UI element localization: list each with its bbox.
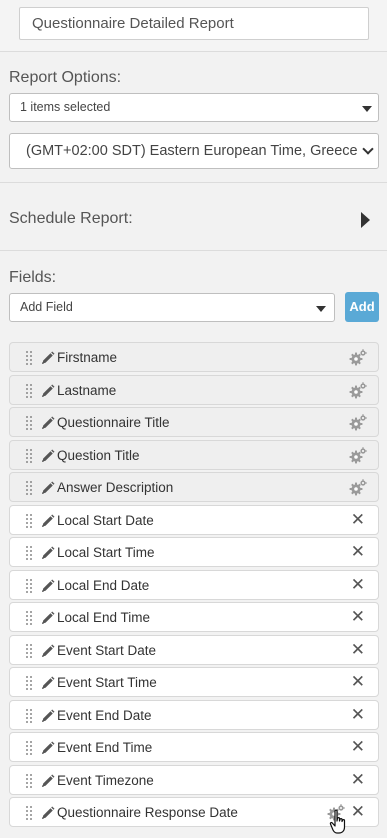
- field-label: Event Start Time: [57, 675, 157, 690]
- close-icon[interactable]: ✕: [351, 543, 365, 560]
- field-row[interactable]: Questionnaire Title: [9, 407, 379, 437]
- drag-handle-icon[interactable]: [26, 676, 32, 690]
- edit-pencil-icon[interactable]: [41, 644, 55, 658]
- field-row[interactable]: Event End Date ✕: [9, 699, 379, 730]
- field-row[interactable]: Event Start Date ✕: [9, 634, 379, 665]
- drag-handle-icon[interactable]: [26, 351, 32, 365]
- timezone-select[interactable]: (GMT+02:00 SDT) Eastern European Time, G…: [9, 133, 379, 169]
- drag-handle-icon[interactable]: [26, 448, 32, 463]
- close-icon[interactable]: ✕: [351, 706, 365, 723]
- field-row[interactable]: Firstname: [9, 342, 379, 372]
- field-label: Event Start Date: [57, 642, 157, 658]
- edit-pencil-icon[interactable]: [41, 741, 55, 755]
- gear-icon[interactable]: [349, 479, 367, 496]
- field-row[interactable]: Local Start Date ✕: [9, 504, 379, 535]
- field-row[interactable]: Local Start Time ✕: [9, 537, 379, 567]
- gear-icon[interactable]: [349, 349, 367, 366]
- edit-pencil-icon[interactable]: [41, 416, 55, 430]
- field-row[interactable]: Event Start Time ✕: [9, 667, 379, 697]
- close-icon[interactable]: ✕: [351, 803, 365, 820]
- field-label: Event End Date: [57, 707, 152, 723]
- caret-down-icon: [316, 306, 326, 312]
- field-label: Questionnaire Title: [57, 415, 170, 430]
- gear-icon[interactable]: [349, 381, 367, 399]
- field-row[interactable]: Event End Time ✕: [9, 732, 379, 762]
- schedule-report-label[interactable]: Schedule Report:: [9, 210, 133, 228]
- edit-pencil-icon[interactable]: [41, 774, 55, 788]
- fields-label: Fields:: [9, 269, 57, 286]
- report-options-select[interactable]: 1 items selected: [9, 93, 379, 122]
- report-name-input[interactable]: [19, 7, 369, 40]
- field-label: Local Start Date: [57, 512, 154, 528]
- close-icon[interactable]: ✕: [351, 673, 365, 690]
- drag-handle-icon[interactable]: [26, 578, 32, 593]
- edit-pencil-icon[interactable]: [41, 806, 55, 820]
- field-label: Local End Date: [57, 577, 150, 593]
- drag-handle-icon[interactable]: [26, 383, 32, 398]
- field-row[interactable]: Local End Date ✕: [9, 569, 379, 600]
- add-field-value: Add Field: [20, 300, 73, 314]
- drag-handle-icon[interactable]: [26, 481, 32, 495]
- field-label: Answer Description: [57, 480, 174, 495]
- edit-pencil-icon[interactable]: [41, 514, 55, 528]
- hand-cursor-icon: [329, 809, 346, 834]
- field-row[interactable]: Event Timezone ✕: [9, 764, 379, 795]
- edit-pencil-icon[interactable]: [41, 481, 55, 495]
- edit-pencil-icon[interactable]: [41, 579, 55, 593]
- report-header: [0, 0, 387, 52]
- add-field-button[interactable]: Add: [345, 292, 379, 322]
- gear-icon[interactable]: [349, 414, 367, 431]
- field-label: Local Start Time: [57, 545, 155, 560]
- close-icon[interactable]: ✕: [351, 608, 365, 625]
- field-label: Questionnaire Response Date: [57, 805, 238, 820]
- edit-pencil-icon[interactable]: [41, 611, 55, 625]
- drag-handle-icon[interactable]: [26, 416, 32, 430]
- edit-pencil-icon[interactable]: [41, 709, 55, 723]
- edit-pencil-icon[interactable]: [41, 449, 55, 463]
- close-icon[interactable]: ✕: [351, 511, 365, 528]
- drag-handle-icon[interactable]: [26, 741, 32, 755]
- close-icon[interactable]: ✕: [351, 771, 365, 788]
- caret-down-icon: [362, 106, 372, 112]
- drag-handle-icon[interactable]: [26, 513, 32, 528]
- drag-handle-icon[interactable]: [26, 773, 32, 788]
- gear-icon[interactable]: [349, 446, 367, 464]
- edit-pencil-icon[interactable]: [41, 546, 55, 560]
- field-list: Firstname Lastname Questionnaire Title Ques…: [9, 342, 379, 830]
- field-label: Lastname: [57, 382, 117, 398]
- field-label: Local End Time: [57, 610, 151, 625]
- field-label: Firstname: [57, 350, 118, 365]
- edit-pencil-icon[interactable]: [41, 384, 55, 398]
- close-icon[interactable]: ✕: [351, 641, 365, 658]
- expand-arrow-icon[interactable]: [361, 212, 370, 228]
- close-icon[interactable]: ✕: [351, 576, 365, 593]
- report-options-label: Report Options:: [9, 69, 122, 86]
- divider: [0, 182, 387, 183]
- field-label: Event End Time: [57, 740, 153, 755]
- drag-handle-icon[interactable]: [26, 708, 32, 723]
- drag-handle-icon[interactable]: [26, 806, 32, 820]
- drag-handle-icon[interactable]: [26, 546, 32, 560]
- timezone-value: (GMT+02:00 SDT) Eastern European Time, G…: [26, 143, 358, 159]
- edit-pencil-icon[interactable]: [41, 351, 55, 365]
- add-field-select[interactable]: Add Field: [9, 293, 335, 322]
- field-row[interactable]: Answer Description: [9, 472, 379, 502]
- drag-handle-icon[interactable]: [26, 611, 32, 625]
- divider: [0, 250, 387, 251]
- report-options-value: 1 items selected: [20, 100, 111, 114]
- drag-handle-icon[interactable]: [26, 643, 32, 658]
- field-row[interactable]: Questionnaire Response Date ✕: [9, 797, 379, 827]
- edit-pencil-icon[interactable]: [41, 676, 55, 690]
- close-icon[interactable]: ✕: [351, 738, 365, 755]
- field-row[interactable]: Local End Time ✕: [9, 602, 379, 632]
- field-row[interactable]: Lastname: [9, 374, 379, 405]
- field-label: Question Title: [57, 447, 140, 463]
- chevron-down-icon: [362, 143, 374, 155]
- field-row[interactable]: Question Title: [9, 439, 379, 470]
- field-label: Event Timezone: [57, 772, 154, 788]
